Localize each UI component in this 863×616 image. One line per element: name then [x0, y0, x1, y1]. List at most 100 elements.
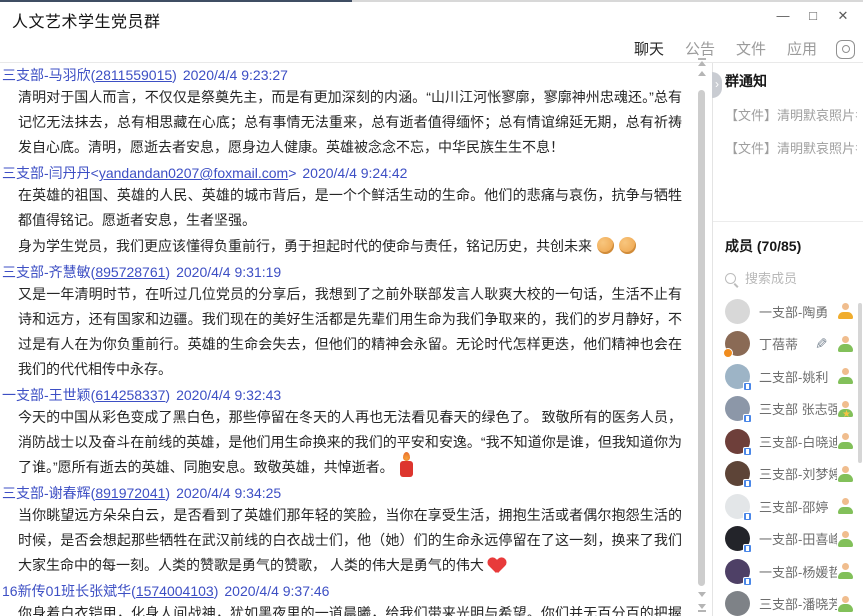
member-status-icon: ★ — [837, 401, 853, 417]
mobile-online-badge-icon — [743, 512, 752, 521]
scrollbar-thumb[interactable] — [698, 90, 705, 586]
sender-id-link[interactable]: 2811559015 — [95, 67, 172, 83]
message-header: 三支部-齐慧敏(895728761)2020/4/4 9:31:19 — [2, 262, 694, 282]
sender-id-link[interactable]: 1574004103 — [136, 583, 214, 599]
sender-id-bracket: ) — [165, 264, 170, 280]
close-button[interactable]: ✕ — [833, 6, 853, 26]
member-avatar — [725, 526, 750, 551]
maximize-button[interactable]: □ — [803, 6, 823, 26]
member-search-box[interactable] — [725, 269, 863, 287]
message-header: 三支部-马羽欣(2811559015)2020/4/4 9:23:27 — [2, 65, 694, 85]
sender-id-bracket: ) — [165, 387, 170, 403]
chat-message: 三支部-谢春辉(891972041)2020/4/4 9:34:25 当你眺望远… — [2, 483, 694, 579]
sender-name-link[interactable]: 16新传01班长张斌华 — [2, 583, 131, 599]
group-notice-title: 群通知 — [725, 71, 857, 91]
members-title: 成员 (70/85) — [725, 236, 863, 256]
member-status-icon — [837, 466, 853, 482]
message-text: 又是一年清明时节，在听过几位党员的分享后，我想到了之前外联部发言人耿爽大校的一句… — [2, 282, 694, 383]
member-avatar — [725, 591, 750, 616]
member-name: 二支部-姚利 — [759, 367, 837, 386]
sender-id-bracket: > — [288, 165, 296, 181]
chat-message: 16新传01班长张斌华(1574004103)2020/4/4 9:37:46 … — [2, 581, 694, 616]
member-scrollbar-thumb[interactable] — [858, 303, 862, 463]
member-row[interactable]: 二支部-姚利 — [725, 360, 863, 393]
member-avatar — [725, 364, 750, 389]
member-avatar — [725, 461, 750, 486]
member-search-input[interactable] — [745, 271, 841, 286]
member-row[interactable]: 丁蓓蒂 ✎ — [725, 328, 863, 361]
message-timestamp: 2020/4/4 9:37:46 — [224, 583, 329, 599]
member-status-icon — [837, 498, 853, 514]
member-name: 三支部-刘梦婷 — [759, 464, 837, 483]
member-avatar — [725, 331, 750, 356]
message-text: 你身着白衣铠甲，化身人间战神，犹如黑夜里的一道晨曦，给我们带来光明与希望。你们并… — [2, 601, 694, 616]
sender-name-link[interactable]: 三支部-闫丹丹 — [2, 165, 91, 181]
chat-message: 三支部-马羽欣(2811559015)2020/4/4 9:23:27 清明对于… — [2, 65, 694, 161]
sender-name-link[interactable]: 三支部-齐慧敏 — [2, 264, 91, 280]
message-text: 当你眺望远方朵朵白云，是否看到了英雄们那年轻的笑脸，当你在享受生活，拥抱生活或者… — [2, 503, 694, 579]
member-row[interactable]: 三支部-刘梦婷 — [725, 458, 863, 491]
sender-name-link[interactable]: 三支部-马羽欣 — [2, 67, 91, 83]
sender-email-link[interactable]: yandandan0207@foxmail.com — [99, 165, 288, 181]
fist-emoji — [597, 237, 614, 254]
group-owner-icon — [837, 303, 853, 319]
message-timestamp: 2020/4/4 9:31:19 — [176, 264, 281, 280]
qq-group-chat-window: 人文艺术学生党员群 — □ ✕ 聊天 公告 文件 应用 三支部-马羽欣(2811… — [0, 0, 863, 616]
group-notice-section: 群通知 【文件】清明默哀照片名... 【文件】清明默哀照片名... — [713, 63, 863, 222]
sender-id-bracket: ) — [165, 485, 170, 501]
sender-name-link[interactable]: 三支部-谢春辉 — [2, 485, 91, 501]
message-timestamp: 2020/4/4 9:24:42 — [302, 165, 407, 181]
member-avatar — [725, 559, 750, 584]
tab-bar: 聊天 公告 文件 应用 — [0, 30, 863, 63]
heart-emoji — [488, 558, 504, 572]
window-title: 人文艺术学生党员群 — [12, 8, 161, 32]
star-badge-icon: ★ — [842, 410, 851, 420]
sender-id-link[interactable]: 614258337 — [95, 387, 165, 403]
member-row[interactable]: 一支部-杨媛哲 — [725, 555, 863, 588]
chat-scrollbar[interactable] — [694, 56, 711, 616]
member-row[interactable]: 一支部-陶勇 — [725, 295, 863, 328]
member-row[interactable]: 一支部-田喜峰 — [725, 523, 863, 556]
member-list: 一支部-陶勇 丁蓓蒂 ✎ 二支部-姚利 三支部 张志强 — [725, 295, 863, 616]
member-status-icon — [837, 596, 853, 612]
member-name: 一支部-田喜峰 — [759, 529, 837, 548]
member-avatar — [725, 429, 750, 454]
chat-message: 三支部-闫丹丹<yandandan0207@foxmail.com>2020/4… — [2, 163, 694, 260]
chat-message-list: 三支部-马羽欣(2811559015)2020/4/4 9:23:27 清明对于… — [0, 63, 694, 616]
member-row[interactable]: 三支部-潘晓芳 — [725, 588, 863, 616]
message-timestamp: 2020/4/4 9:34:25 — [176, 485, 281, 501]
search-icon — [725, 273, 736, 284]
member-name: 三支部-邵婷 — [759, 497, 837, 516]
edit-nickname-icon[interactable]: ✎ — [815, 335, 828, 353]
chevron-right-icon: › — [715, 77, 719, 91]
sender-id-link[interactable]: 891972041 — [95, 485, 165, 501]
scroll-down-button[interactable] — [698, 592, 706, 597]
settings-icon[interactable] — [836, 40, 855, 59]
members-section: 成员 (70/85) 一支部-陶勇 丁蓓蒂 ✎ — [713, 222, 863, 616]
scroll-to-top-button[interactable] — [698, 57, 706, 66]
member-row[interactable]: 三支部-白晓迪 — [725, 425, 863, 458]
message-text: 清明对于国人而言，不仅仅是祭奠先主，而是有更加深刻的内涵。“山川江河怅寥廓，寥廓… — [2, 85, 694, 161]
chat-message: 一支部-王世颖(614258337)2020/4/4 9:32:43 今天的中国… — [2, 385, 694, 481]
member-status-icon — [837, 531, 853, 547]
message-timestamp: 2020/4/4 9:23:27 — [183, 67, 288, 83]
member-status-icon — [837, 336, 853, 352]
fist-emoji — [619, 237, 636, 254]
scroll-to-bottom-button[interactable] — [698, 604, 706, 613]
sender-name-link[interactable]: 一支部-王世颖 — [2, 387, 91, 403]
minimize-button[interactable]: — — [773, 6, 793, 26]
member-row[interactable]: 三支部 张志强 ★ — [725, 393, 863, 426]
scroll-up-button[interactable] — [698, 71, 706, 76]
member-name: 三支部-潘晓芳 — [759, 594, 837, 613]
sender-id-bracket: < — [91, 165, 99, 181]
member-row[interactable]: 三支部-邵婷 — [725, 490, 863, 523]
sender-id-link[interactable]: 895728761 — [95, 264, 165, 280]
sender-id-bracket: ) — [172, 67, 177, 83]
notice-file-item[interactable]: 【文件】清明默哀照片名... — [725, 138, 857, 157]
vip-badge-icon — [723, 348, 733, 358]
chat-message: 三支部-齐慧敏(895728761)2020/4/4 9:31:19 又是一年清… — [2, 262, 694, 383]
message-header: 三支部-谢春辉(891972041)2020/4/4 9:34:25 — [2, 483, 694, 503]
member-name: 三支部-白晓迪 — [759, 432, 837, 451]
member-avatar — [725, 396, 750, 421]
notice-file-item[interactable]: 【文件】清明默哀照片名... — [725, 105, 857, 124]
